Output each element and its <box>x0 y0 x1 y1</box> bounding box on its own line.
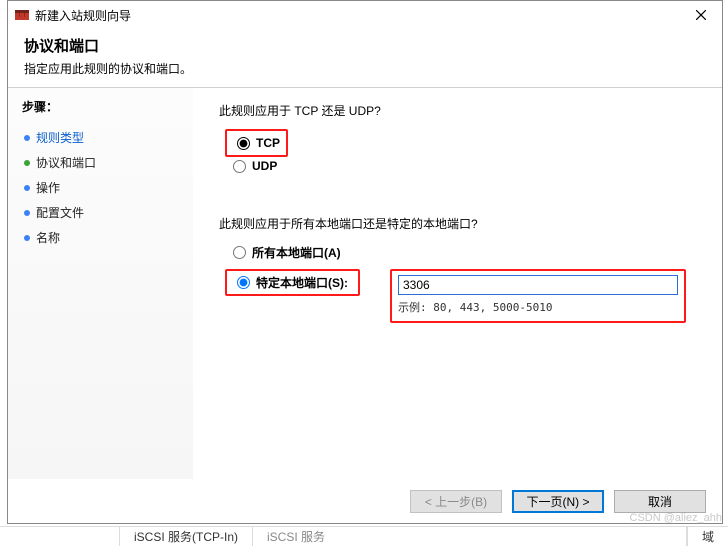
radio-all-ports-input[interactable] <box>233 246 246 259</box>
step-label: 规则类型 <box>36 129 84 146</box>
step-label: 配置文件 <box>36 204 84 221</box>
step-profile[interactable]: 配置文件 <box>22 200 183 225</box>
radio-specific-ports-label: 特定本地端口(S): <box>256 274 348 291</box>
question-protocol: 此规则应用于 TCP 还是 UDP? <box>219 102 702 119</box>
step-protocol-ports[interactable]: 协议和端口 <box>22 150 183 175</box>
wizard-header: 协议和端口 指定应用此规则的协议和端口。 <box>8 29 722 88</box>
steps-sidebar: 步骤： 规则类型 协议和端口 操作 配置文件 名称 <box>8 88 193 479</box>
ports-example: 示例: 80, 443, 5000-5010 <box>398 299 678 315</box>
step-label: 操作 <box>36 179 60 196</box>
page-title: 协议和端口 <box>24 35 706 56</box>
highlight-tcp: TCP <box>225 129 288 157</box>
steps-heading: 步骤： <box>22 98 183 115</box>
cancel-button[interactable]: 取消 <box>614 490 706 513</box>
ports-input[interactable] <box>398 275 678 295</box>
back-button: < 上一步(B) <box>410 490 502 513</box>
step-action[interactable]: 操作 <box>22 175 183 200</box>
bg-cell-profile: 域 <box>687 527 728 546</box>
question-ports: 此规则应用于所有本地端口还是特定的本地端口? <box>219 215 702 232</box>
bullet-icon <box>24 235 30 241</box>
bullet-icon <box>24 135 30 141</box>
step-label: 协议和端口 <box>36 154 96 171</box>
close-icon <box>696 10 706 20</box>
radio-tcp-input[interactable] <box>237 137 250 150</box>
radio-tcp-label: TCP <box>256 136 280 150</box>
wizard-window: 新建入站规则向导 协议和端口 指定应用此规则的协议和端口。 步骤： 规则类型 协… <box>7 0 723 524</box>
titlebar: 新建入站规则向导 <box>8 1 722 29</box>
step-name[interactable]: 名称 <box>22 225 183 250</box>
bg-cell-name: iSCSI 服务(TCP-In) <box>120 527 253 546</box>
specific-ports-row: 特定本地端口(S): 示例: 80, 443, 5000-5010 <box>219 269 702 323</box>
radio-all-ports-label: 所有本地端口(A) <box>252 244 341 261</box>
port-options: 所有本地端口(A) 特定本地端口(S): 示例: 80, 443, 5000-5… <box>219 242 702 323</box>
radio-udp-input[interactable] <box>233 160 246 173</box>
radio-udp-label: UDP <box>252 159 277 173</box>
highlight-ports-input: 示例: 80, 443, 5000-5010 <box>390 269 686 323</box>
ports-section: 此规则应用于所有本地端口还是特定的本地端口? 所有本地端口(A) 特定本地端口(… <box>219 215 702 323</box>
bullet-icon <box>24 160 30 166</box>
radio-tcp[interactable]: TCP <box>237 134 280 152</box>
close-button[interactable] <box>680 2 722 28</box>
radio-specific-ports-input[interactable] <box>237 276 250 289</box>
radio-udp[interactable]: UDP <box>219 157 702 175</box>
firewall-icon <box>14 7 30 23</box>
bullet-icon <box>24 185 30 191</box>
radio-all-ports[interactable]: 所有本地端口(A) <box>219 242 702 263</box>
bg-cell-group: iSCSI 服务 <box>253 527 687 546</box>
page-subtitle: 指定应用此规则的协议和端口。 <box>24 60 706 77</box>
wizard-body: 步骤： 规则类型 协议和端口 操作 配置文件 名称 此规则应用于 TCP 还是 … <box>8 88 722 479</box>
wizard-main: 此规则应用于 TCP 还是 UDP? TCP UDP 此规则应用于所有本地端口还… <box>193 88 722 479</box>
step-rule-type[interactable]: 规则类型 <box>22 125 183 150</box>
bg-left-gap <box>0 527 120 546</box>
bullet-icon <box>24 210 30 216</box>
background-row: iSCSI 服务(TCP-In) iSCSI 服务 域 <box>0 526 728 546</box>
highlight-specific-ports: 特定本地端口(S): <box>225 269 360 296</box>
step-label: 名称 <box>36 229 60 246</box>
next-button[interactable]: 下一页(N) > <box>512 490 604 513</box>
window-title: 新建入站规则向导 <box>35 7 680 24</box>
wizard-footer: < 上一步(B) 下一页(N) > 取消 <box>8 479 722 523</box>
